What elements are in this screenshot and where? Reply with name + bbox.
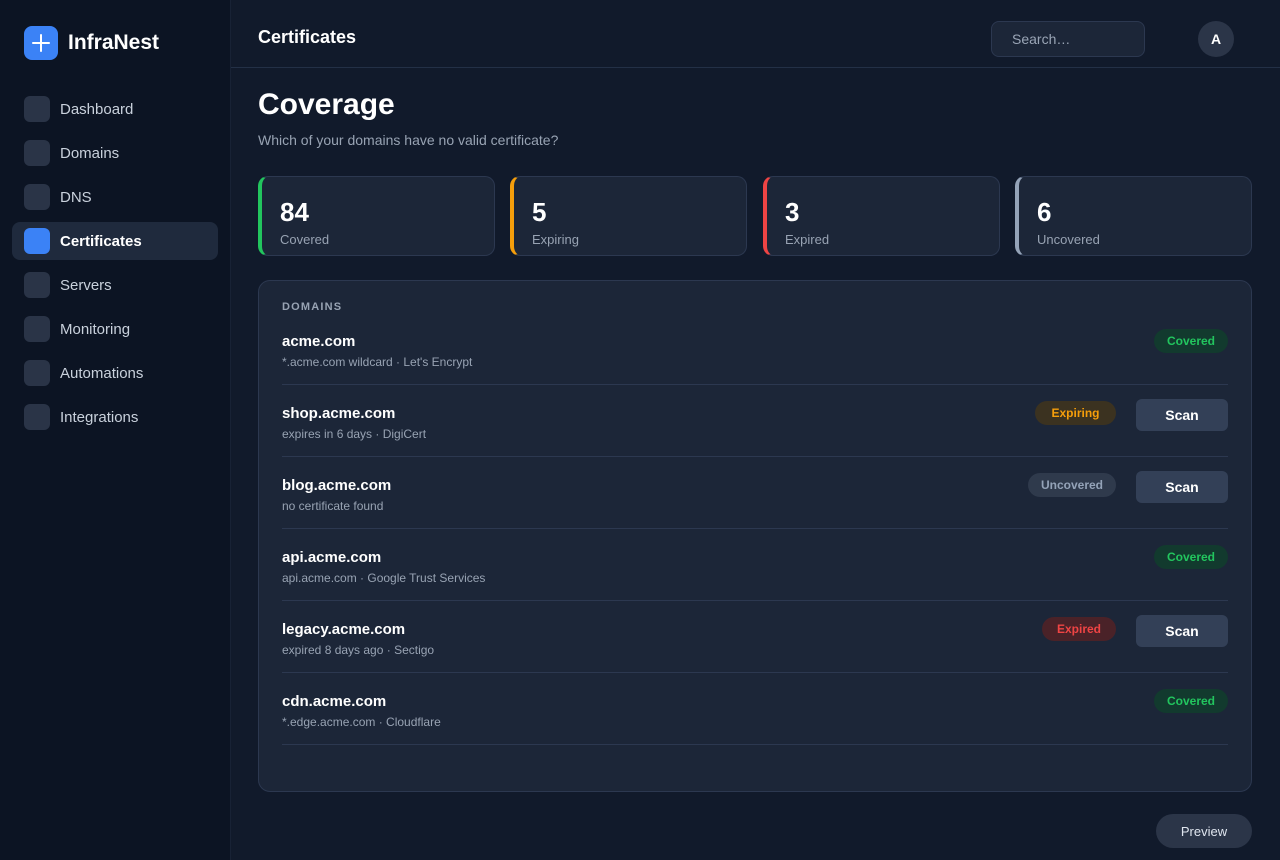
stat-card-expired: 3 Expired xyxy=(763,176,1000,256)
domain-meta: expires in 6 days · DigiCert xyxy=(282,427,427,441)
topbar: Certificates A xyxy=(231,0,1280,68)
sidebar-item-servers[interactable]: Servers xyxy=(12,266,218,304)
sidebar-item-automations[interactable]: Automations xyxy=(12,354,218,392)
domain-list: acme.com *.acme.com wildcard · Let's Enc… xyxy=(282,313,1228,745)
scan-button[interactable]: Scan xyxy=(1136,399,1228,431)
status-badge: Expiring xyxy=(1035,401,1116,425)
domain-row[interactable]: api.acme.com api.acme.com · Google Trust… xyxy=(282,529,1228,601)
domain-name: acme.com xyxy=(282,333,356,350)
automations-icon xyxy=(24,360,50,386)
certificates-icon xyxy=(24,228,50,254)
sidebar-item-label: Dashboard xyxy=(60,100,134,118)
status-badge: Covered xyxy=(1154,689,1228,713)
status-badge: Covered xyxy=(1154,545,1228,569)
sidebar-item-dashboard[interactable]: Dashboard xyxy=(12,90,218,128)
status-badge: Covered xyxy=(1154,329,1228,353)
sidebar-item-domains[interactable]: Domains xyxy=(12,134,218,172)
domain-meta: *.edge.acme.com · Cloudflare xyxy=(282,715,441,729)
sidebar-item-label: Servers xyxy=(60,276,112,294)
domain-row[interactable]: shop.acme.com expires in 6 days · DigiCe… xyxy=(282,385,1228,457)
scan-button[interactable]: Scan xyxy=(1136,471,1228,503)
integrations-icon xyxy=(24,404,50,430)
header-title: Certificates xyxy=(258,27,357,47)
domain-name: api.acme.com xyxy=(282,549,382,566)
stat-card-uncovered: 6 Uncovered xyxy=(1015,176,1252,256)
sidebar-item-certificates[interactable]: Certificates xyxy=(12,222,218,260)
stat-value: 3 xyxy=(785,197,800,227)
stat-card-covered: 84 Covered xyxy=(258,176,495,256)
domain-name: blog.acme.com xyxy=(282,477,392,494)
domain-row[interactable]: acme.com *.acme.com wildcard · Let's Enc… xyxy=(282,313,1228,385)
stat-value: 84 xyxy=(280,197,309,227)
domain-row[interactable]: cdn.acme.com *.edge.acme.com · Cloudflar… xyxy=(282,673,1228,745)
sidebar-item-label: DNS xyxy=(60,188,92,206)
page-subtitle: Which of your domains have no valid cert… xyxy=(258,132,559,148)
sidebar-nav: Dashboard Domains DNS Certificates Serve… xyxy=(12,90,218,442)
sidebar-item-label: Automations xyxy=(60,364,144,382)
domain-meta: no certificate found xyxy=(282,499,384,513)
stat-value: 5 xyxy=(532,197,547,227)
domain-row[interactable]: legacy.acme.com expired 8 days ago · Sec… xyxy=(282,601,1228,673)
sidebar-item-label: Domains xyxy=(60,144,120,162)
domain-row[interactable]: blog.acme.com no certificate found Uncov… xyxy=(282,457,1228,529)
sidebar: InfraNest Dashboard Domains DNS Certific… xyxy=(0,0,231,860)
stat-label: Expiring xyxy=(532,232,579,247)
brand[interactable]: InfraNest xyxy=(24,26,159,60)
sidebar-item-monitoring[interactable]: Monitoring xyxy=(12,310,218,348)
monitoring-icon xyxy=(24,316,50,342)
dashboard-icon xyxy=(24,96,50,122)
stat-label: Uncovered xyxy=(1037,232,1100,247)
domain-meta: expired 8 days ago · Sectigo xyxy=(282,643,435,657)
scan-button[interactable]: Scan xyxy=(1136,615,1228,647)
sidebar-item-label: Monitoring xyxy=(60,320,131,338)
stat-card-expiring: 5 Expiring xyxy=(510,176,747,256)
domain-meta: api.acme.com · Google Trust Services xyxy=(282,571,486,585)
avatar[interactable]: A xyxy=(1198,21,1234,57)
stat-label: Covered xyxy=(280,232,330,247)
status-badge: Uncovered xyxy=(1028,473,1116,497)
sidebar-item-integrations[interactable]: Integrations xyxy=(12,398,218,436)
domain-name: legacy.acme.com xyxy=(282,621,406,638)
status-badge: Expired xyxy=(1042,617,1116,641)
sidebar-item-label: Certificates xyxy=(60,232,142,250)
domain-name: cdn.acme.com xyxy=(282,693,387,710)
preview-button[interactable]: Preview xyxy=(1156,814,1252,848)
domains-icon xyxy=(24,140,50,166)
stat-value: 6 xyxy=(1037,197,1052,227)
search-input[interactable] xyxy=(991,21,1145,57)
domains-panel-label: DOMAINS xyxy=(282,301,343,313)
dns-icon xyxy=(24,184,50,210)
sidebar-item-dns[interactable]: DNS xyxy=(12,178,218,216)
plus-logo-icon xyxy=(24,26,58,60)
servers-icon xyxy=(24,272,50,298)
sidebar-item-label: Integrations xyxy=(60,408,139,426)
page-title: Coverage xyxy=(258,88,395,121)
domains-panel: DOMAINS acme.com *.acme.com wildcard · L… xyxy=(258,280,1252,792)
brand-name: InfraNest xyxy=(68,31,160,54)
domain-name: shop.acme.com xyxy=(282,405,396,422)
stat-label: Expired xyxy=(785,232,830,247)
domain-meta: *.acme.com wildcard · Let's Encrypt xyxy=(282,355,473,369)
